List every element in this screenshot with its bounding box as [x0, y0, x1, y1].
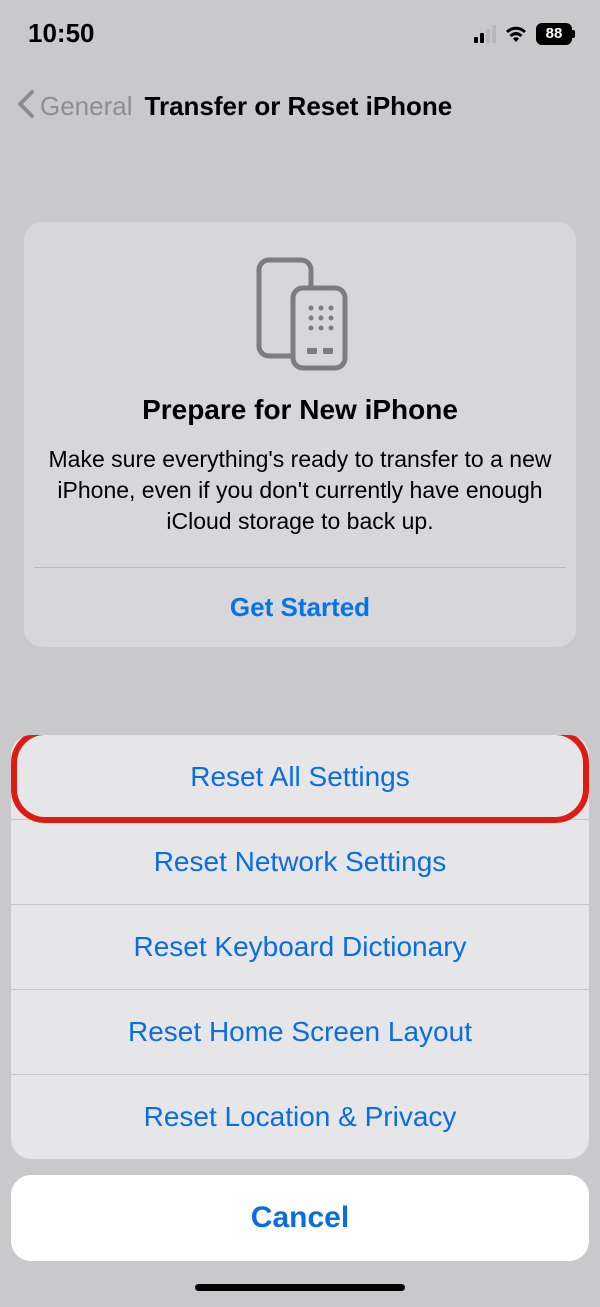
reset-keyboard-dictionary-option[interactable]: Reset Keyboard Dictionary	[11, 905, 589, 990]
battery-icon: 88	[536, 23, 572, 45]
card-description: Make sure everything's ready to transfer…	[44, 444, 556, 567]
status-indicators: 88	[474, 23, 572, 45]
devices-icon	[44, 246, 556, 394]
reset-network-settings-option[interactable]: Reset Network Settings	[11, 820, 589, 905]
option-label: Reset Network Settings	[154, 846, 447, 877]
reset-home-screen-layout-option[interactable]: Reset Home Screen Layout	[11, 990, 589, 1075]
action-sheet-options: Reset All Settings Reset Network Setting…	[11, 735, 589, 1159]
status-bar: 10:50 88	[0, 0, 600, 57]
option-label: Reset Home Screen Layout	[128, 1016, 472, 1047]
reset-all-settings-option[interactable]: Reset All Settings	[11, 735, 589, 820]
navigation-header: General Transfer or Reset iPhone	[0, 57, 600, 134]
prepare-card: Prepare for New iPhone Make sure everyth…	[24, 222, 576, 647]
action-sheet: Reset All Settings Reset Network Setting…	[11, 735, 589, 1261]
battery-level: 88	[546, 25, 563, 42]
cancel-button[interactable]: Cancel	[11, 1175, 589, 1261]
option-label: Reset All Settings	[190, 761, 409, 792]
reset-location-privacy-option[interactable]: Reset Location & Privacy	[11, 1075, 589, 1159]
back-button-label[interactable]: General	[40, 91, 133, 122]
home-indicator[interactable]	[195, 1284, 405, 1291]
back-chevron-icon[interactable]	[10, 89, 40, 124]
get-started-button[interactable]: Get Started	[44, 568, 556, 647]
option-label: Reset Location & Privacy	[144, 1101, 457, 1132]
card-title: Prepare for New iPhone	[44, 394, 556, 426]
wifi-icon	[504, 25, 528, 43]
option-label: Reset Keyboard Dictionary	[133, 931, 466, 962]
page-title: Transfer or Reset iPhone	[145, 91, 453, 122]
cellular-signal-icon	[474, 25, 496, 43]
cancel-label: Cancel	[251, 1201, 349, 1234]
status-time: 10:50	[28, 18, 95, 49]
